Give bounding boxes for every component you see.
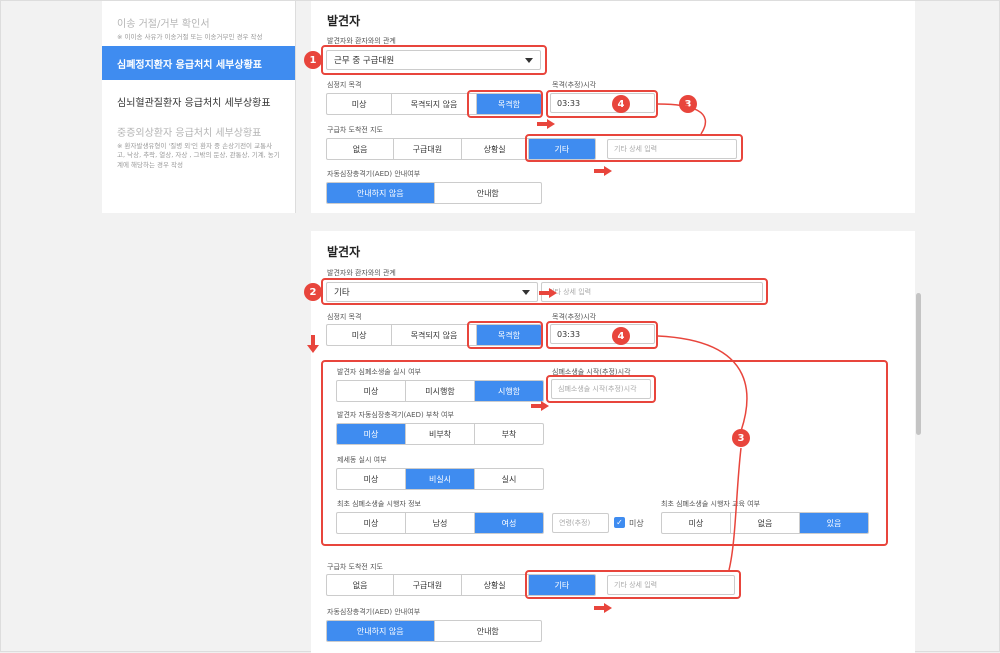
screenshot-frame: 이송 거절/거부 확인서 ※ 이이송 사유가 이송거절 또는 이송거부인 경우 … [0,0,1000,653]
annotation-connectors [657,103,748,571]
